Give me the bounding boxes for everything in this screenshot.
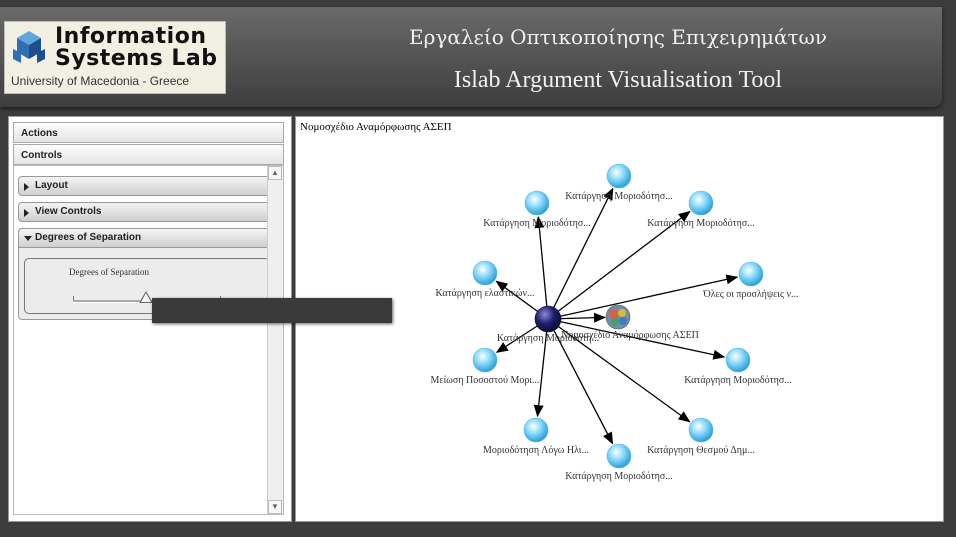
graph-node[interactable] — [688, 190, 714, 216]
root-node-icon-part — [619, 317, 627, 325]
graph-node[interactable] — [472, 347, 498, 373]
graph-node-label: Όλες οι προσλήψεις ν... — [703, 289, 799, 300]
root-node-label: Νομοσχέδιο Αναμόρφωσης ΑΣΕΠ — [561, 330, 699, 341]
root-node-icon-part — [609, 309, 619, 319]
graph-node[interactable] — [472, 260, 498, 286]
graph-node-label: Κατάργηση Μοριοδότησ... — [483, 218, 591, 229]
graph-edge — [547, 187, 614, 320]
graph-node[interactable] — [524, 190, 550, 216]
graph-node-label: Κατάργηση Θεσμού Δημ... — [647, 445, 755, 456]
graph-svg — [472, 163, 764, 469]
panel-view-controls-label: View Controls — [35, 206, 102, 217]
slider-tick — [73, 296, 74, 300]
panel-layout[interactable]: Layout — [18, 176, 271, 196]
cube-logo-icon — [13, 31, 45, 63]
graph-node-label: Κατάργηση ελαστικών... — [435, 288, 535, 299]
logo-text-line2: Systems Lab — [55, 46, 218, 71]
panel-layout-label: Layout — [35, 180, 68, 191]
controls-panel: Layout View Controls Degrees of Separati… — [13, 165, 284, 515]
graph-node-label: Κατάργηση Μοριοδότησ... — [565, 471, 673, 482]
panel-degrees-label: Degrees of Separation — [35, 232, 142, 243]
graph-node[interactable] — [738, 261, 764, 287]
graph-node-label: Μείωση Ποσοστού Μορι... — [430, 375, 540, 386]
graph-edge — [534, 215, 549, 320]
graph-canvas[interactable]: Νομοσχέδιο Αναμόρφωσης ΑΣΕΠ Κατάργηση Μο… — [295, 116, 944, 522]
header-bar: Information Systems Lab University of Ma… — [0, 7, 942, 107]
slider-tooltip — [152, 298, 392, 323]
graph-node[interactable] — [725, 347, 751, 373]
graph-node[interactable] — [606, 443, 632, 469]
scroll-up-icon[interactable]: ▲ — [268, 166, 282, 180]
logo-subtitle: University of Macedonia - Greece — [11, 74, 190, 88]
center-node[interactable] — [534, 305, 562, 333]
graph-node-label: Κατάργηση Μοριοδότησ... — [565, 191, 673, 202]
expand-arrow-icon — [24, 183, 29, 191]
accordion-actions[interactable]: Actions — [13, 122, 284, 143]
islab-logo: Information Systems Lab University of Ma… — [4, 21, 226, 94]
accordion-controls[interactable]: Controls — [13, 144, 284, 165]
panel-view-controls[interactable]: View Controls — [18, 202, 271, 222]
app-window: Information Systems Lab University of Ma… — [0, 0, 956, 537]
root-node-icon-part — [618, 309, 626, 317]
scroll-down-icon[interactable]: ▼ — [268, 500, 282, 514]
root-node-icon-part — [611, 318, 619, 326]
graph-node[interactable] — [688, 417, 714, 443]
sidebar-scrollbar[interactable]: ▲ ▼ — [267, 166, 283, 514]
slider-label: Degrees of Separation — [69, 267, 149, 277]
slider-thumb[interactable] — [138, 291, 153, 303]
graph-node-label: Κατάργηση Μοριοδότησ... — [684, 375, 792, 386]
graph-node[interactable] — [523, 417, 549, 443]
graph-node[interactable] — [606, 163, 632, 189]
panel-degrees-header[interactable]: Degrees of Separation — [18, 228, 271, 248]
collapse-arrow-icon — [24, 236, 32, 241]
expand-arrow-icon — [24, 209, 29, 217]
graph-node-label: Μοριοδότηση Λόγω Ηλι... — [483, 445, 589, 456]
graph-node-label: Κατάργηση Μοριοδότησ... — [647, 218, 755, 229]
page-title-greek: Εργαλείο Οπτικοποίησης Επιχειρημάτων — [409, 25, 827, 49]
page-title-english: Islab Argument Visualisation Tool — [453, 67, 783, 93]
